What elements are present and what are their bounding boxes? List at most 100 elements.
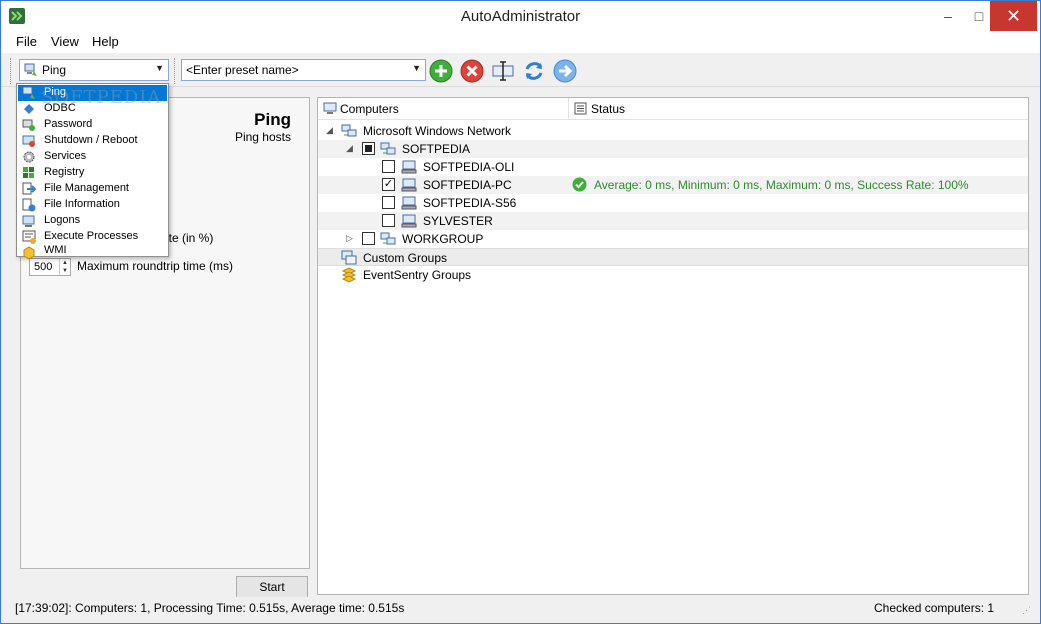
resize-grip-icon[interactable]: ⋰ bbox=[1022, 605, 1034, 617]
host-checkbox[interactable] bbox=[382, 196, 395, 209]
menu-help[interactable]: Help bbox=[92, 34, 119, 49]
dropdown-item-label: Shutdown / Reboot bbox=[44, 134, 138, 146]
toolbar-grip[interactable] bbox=[10, 58, 12, 84]
max-roundtrip-label: Maximum roundtrip time (ms) bbox=[77, 259, 234, 273]
workgroup-label: WORKGROUP bbox=[402, 232, 484, 246]
dropdown-item-file-management[interactable]: File Management bbox=[18, 181, 167, 197]
window-title: AutoAdministrator bbox=[460, 8, 581, 25]
host-checkbox[interactable] bbox=[382, 214, 395, 227]
menu-view[interactable]: View bbox=[51, 34, 79, 49]
wmi-icon bbox=[23, 246, 35, 260]
module-select[interactable]: Ping ▼ bbox=[19, 59, 169, 81]
menu-bar: File View Help bbox=[1, 31, 1040, 53]
success-rate-label: ate (in %) bbox=[162, 231, 214, 245]
dropdown-item-registry[interactable]: Registry bbox=[18, 165, 167, 181]
tree-row-host[interactable]: SOFTPEDIA-S56 bbox=[318, 194, 1028, 212]
logons-icon bbox=[22, 215, 35, 227]
dropdown-item-label: Services bbox=[44, 150, 87, 162]
tree-row-custom-groups[interactable]: Custom Groups bbox=[318, 248, 1028, 266]
refresh-icon[interactable] bbox=[522, 59, 546, 83]
computer-icon bbox=[401, 160, 417, 174]
column-computers[interactable]: Computers bbox=[340, 102, 399, 116]
dropdown-item-label: WMI bbox=[44, 244, 67, 256]
computer-icon bbox=[323, 102, 337, 114]
ping-icon bbox=[22, 86, 35, 99]
tree-row-domain[interactable]: ◢ SOFTPEDIA bbox=[318, 140, 1028, 158]
preset-name-input[interactable]: <Enter preset name> ▼ bbox=[181, 59, 426, 81]
dropdown-item-shutdown[interactable]: Shutdown / Reboot bbox=[18, 133, 167, 149]
dropdown-item-label: File Information bbox=[44, 198, 120, 210]
dropdown-item-execute-processes[interactable]: Execute Processes bbox=[18, 229, 167, 245]
computer-icon bbox=[401, 214, 417, 228]
status-log: [17:39:02]: Computers: 1, Processing Tim… bbox=[15, 601, 405, 615]
expand-arrow-icon[interactable]: ◢ bbox=[346, 143, 353, 154]
expand-arrow-icon[interactable]: ◢ bbox=[326, 125, 333, 136]
tree-row-eventsentry-groups[interactable]: EventSentry Groups bbox=[318, 266, 1028, 284]
delete-preset-icon[interactable] bbox=[460, 59, 484, 83]
rename-preset-icon[interactable] bbox=[491, 59, 515, 83]
tree-row-host[interactable]: ✓ SOFTPEDIA-PC Average: 0 ms, Minimum: 0… bbox=[318, 176, 1028, 194]
execute-icon bbox=[22, 230, 36, 244]
eventsentry-icon bbox=[341, 267, 357, 283]
password-icon bbox=[22, 119, 35, 131]
dropdown-item-label: Password bbox=[44, 118, 93, 130]
dropdown-item-logons[interactable]: Logons bbox=[18, 213, 167, 229]
host-name: SOFTPEDIA-PC bbox=[423, 178, 512, 192]
tree-row-host[interactable]: SYLVESTER bbox=[318, 212, 1028, 230]
minimize-button[interactable]: – bbox=[933, 1, 963, 31]
toolbar: Ping ▼ <Enter preset name> ▼ bbox=[1, 53, 1040, 87]
add-preset-icon[interactable] bbox=[429, 59, 453, 83]
title-bar: AutoAdministrator – □ ✕ bbox=[1, 1, 1040, 31]
dropdown-item-label: File Management bbox=[44, 182, 129, 194]
gear-icon bbox=[23, 151, 35, 163]
list-icon bbox=[574, 102, 587, 115]
chevron-down-icon: ▼ bbox=[155, 63, 164, 73]
max-roundtrip-input[interactable]: 500 ▲ ▼ bbox=[29, 258, 71, 276]
computer-icon bbox=[401, 196, 417, 210]
preset-name-placeholder: <Enter preset name> bbox=[186, 63, 299, 77]
eventsentry-groups-label: EventSentry Groups bbox=[363, 268, 472, 282]
status-bar: [17:39:02]: Computers: 1, Processing Tim… bbox=[1, 597, 1040, 623]
chevron-down-icon: ▼ bbox=[412, 63, 421, 73]
tree-header: Computers Status bbox=[318, 98, 1028, 120]
tree-row-network[interactable]: ◢ Microsoft Windows Network bbox=[318, 122, 1028, 140]
file-arrow-icon bbox=[22, 182, 36, 195]
column-status[interactable]: Status bbox=[591, 102, 625, 116]
dropdown-item-file-information[interactable]: File Information bbox=[18, 197, 167, 213]
domain-label: SOFTPEDIA bbox=[402, 142, 471, 156]
file-info-icon bbox=[22, 198, 36, 212]
network-icon bbox=[341, 124, 357, 137]
success-check-icon bbox=[572, 177, 587, 192]
host-name: SOFTPEDIA-OLI bbox=[423, 160, 515, 174]
host-checkbox-checked[interactable]: ✓ bbox=[382, 178, 395, 191]
registry-icon bbox=[23, 167, 34, 178]
tree-row-workgroup[interactable]: ▷ WORKGROUP bbox=[318, 230, 1028, 248]
dropdown-item-label: Execute Processes bbox=[44, 230, 139, 242]
ping-icon bbox=[24, 63, 37, 76]
computer-icon bbox=[401, 178, 417, 192]
close-button[interactable]: ✕ bbox=[990, 1, 1037, 31]
module-dropdown-list: Ping ODBC Password Shutdown / Reboot Ser… bbox=[16, 83, 169, 260]
toolbar-grip-2[interactable] bbox=[174, 58, 176, 84]
column-divider[interactable] bbox=[568, 98, 569, 120]
app-window: AutoAdministrator – □ ✕ File View Help P… bbox=[0, 0, 1041, 624]
module-title: Ping bbox=[254, 110, 291, 129]
collapsed-arrow-icon[interactable]: ▷ bbox=[346, 233, 353, 244]
workgroup-icon bbox=[380, 232, 396, 245]
spinner-arrows-icon[interactable]: ▲ ▼ bbox=[59, 259, 70, 275]
module-subtitle: Ping hosts bbox=[234, 130, 291, 144]
max-roundtrip-value: 500 bbox=[34, 261, 53, 273]
menu-file[interactable]: File bbox=[16, 34, 37, 49]
forward-arrow-icon[interactable] bbox=[553, 59, 577, 83]
dropdown-item-label: Registry bbox=[44, 166, 85, 178]
dropdown-item-wmi[interactable]: WMI bbox=[18, 244, 167, 260]
host-checkbox[interactable] bbox=[382, 160, 395, 173]
dropdown-item-services[interactable]: Services bbox=[18, 149, 167, 165]
dropdown-item-password[interactable]: Password bbox=[18, 117, 167, 133]
custom-groups-label: Custom Groups bbox=[363, 251, 448, 265]
workgroup-checkbox[interactable] bbox=[362, 232, 375, 245]
start-button[interactable]: Start bbox=[236, 576, 308, 598]
domain-checkbox[interactable] bbox=[362, 142, 375, 155]
tree-row-host[interactable]: SOFTPEDIA-OLI bbox=[318, 158, 1028, 176]
custom-groups-icon bbox=[341, 250, 357, 265]
